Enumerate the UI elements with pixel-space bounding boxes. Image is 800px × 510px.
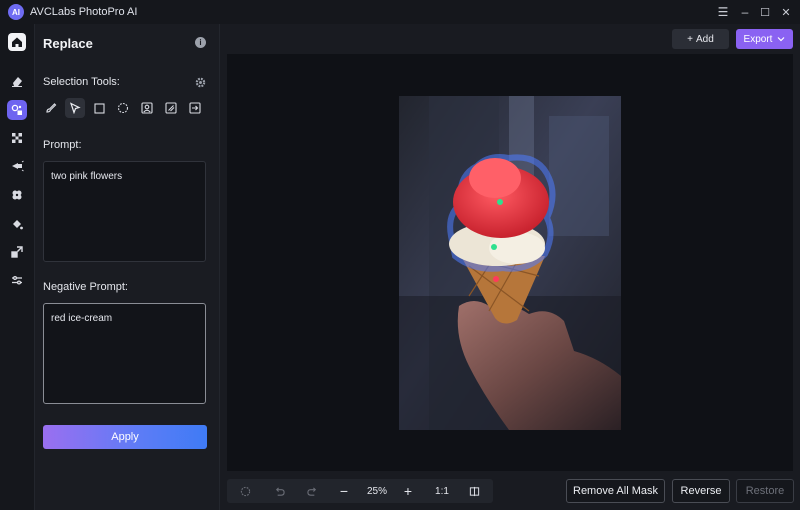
tool-rail (0, 24, 34, 510)
reverse-button[interactable]: Reverse (672, 479, 730, 503)
actual-size-button[interactable]: 1:1 (430, 479, 454, 503)
image-canvas[interactable] (227, 54, 793, 471)
resize-icon[interactable] (7, 242, 27, 262)
selection-tools-label: Selection Tools: (43, 76, 120, 88)
zoom-out-button[interactable]: − (334, 479, 354, 503)
expand-icon[interactable] (7, 128, 27, 148)
plus-icon: + (687, 33, 694, 45)
prompt-input[interactable]: two pink flowers (43, 161, 206, 262)
replace-panel: Replace i Selection Tools: Prompt: two p… (34, 24, 220, 510)
zoom-in-button[interactable]: + (398, 479, 418, 503)
app-logo: AI (8, 4, 24, 20)
close-button[interactable]: ✕ (775, 2, 797, 22)
reset-icon[interactable] (235, 479, 255, 503)
sliders-icon[interactable] (7, 270, 27, 290)
brush-icon[interactable] (41, 98, 61, 118)
view-toolbar: − 25% + 1:1 (227, 479, 493, 503)
panel-title: Replace (43, 36, 93, 51)
info-icon[interactable]: i (195, 37, 206, 48)
prompt-label: Prompt: (43, 139, 82, 151)
restore-button[interactable]: Restore (736, 479, 794, 503)
undo-icon[interactable] (269, 479, 289, 503)
compare-icon[interactable] (464, 479, 484, 503)
lamp-icon[interactable] (7, 156, 27, 176)
eraser-icon[interactable] (7, 71, 27, 91)
photo-ice-cream[interactable] (399, 96, 621, 430)
ellipse-select-icon[interactable] (113, 98, 133, 118)
flower-icon[interactable] (7, 185, 27, 205)
chevron-down-icon (778, 37, 785, 42)
negative-prompt-label: Negative Prompt: (43, 281, 128, 293)
negative-prompt-input[interactable]: red ice-cream (43, 303, 206, 404)
fill-icon[interactable] (7, 214, 27, 234)
app-title: AVCLabs PhotoPro AI (30, 6, 138, 18)
redo-icon[interactable] (302, 479, 322, 503)
maximize-button[interactable]: ☐ (754, 2, 776, 22)
title-bar: AI AVCLabs PhotoPro AI ☰ – ☐ ✕ (0, 0, 800, 24)
rect-select-icon[interactable] (89, 98, 109, 118)
import-icon[interactable] (185, 98, 205, 118)
workspace: + Add Export − 25% + 1:1 Remove All Mask… (220, 24, 800, 510)
gear-icon[interactable] (195, 75, 206, 93)
remove-all-mask-button[interactable]: Remove All Mask (566, 479, 665, 503)
replace-icon[interactable] (7, 100, 27, 120)
apply-button[interactable]: Apply (43, 425, 207, 449)
export-button[interactable]: Export (736, 29, 793, 49)
home-icon[interactable] (7, 32, 27, 52)
portrait-select-icon[interactable] (137, 98, 157, 118)
minimize-button[interactable]: – (734, 2, 756, 22)
selection-tools (41, 98, 205, 118)
menu-icon[interactable]: ☰ (712, 2, 734, 22)
object-select-icon[interactable] (161, 98, 181, 118)
add-button[interactable]: + Add (672, 29, 729, 49)
zoom-level: 25% (366, 485, 387, 497)
pointer-icon[interactable] (65, 98, 85, 118)
